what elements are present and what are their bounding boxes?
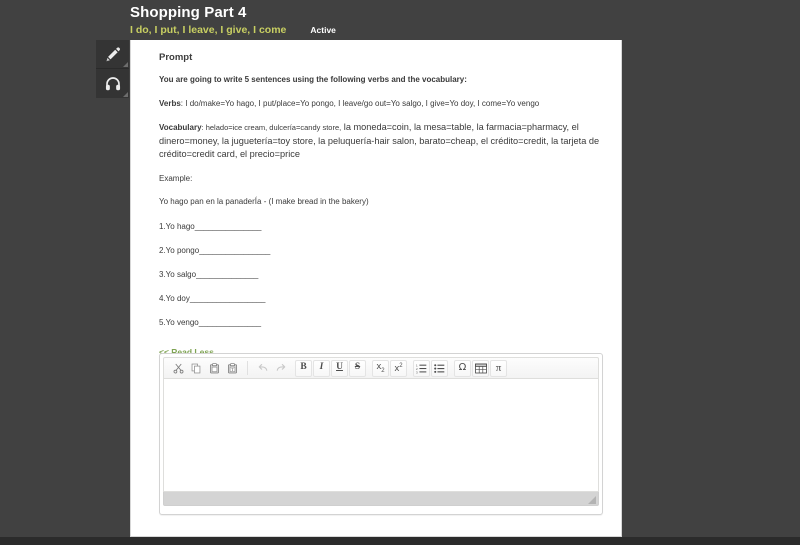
resize-grip-handle[interactable]: [588, 496, 596, 504]
math-button[interactable]: π: [490, 359, 507, 377]
verbs-label: Verbs: [159, 99, 181, 108]
page-footer-strip: [0, 537, 800, 545]
answer-line-4: 4.Yo doy_________________: [159, 293, 266, 303]
page-subtitle: I do, I put, I leave, I give, I come: [130, 24, 287, 36]
table-icon: [474, 363, 487, 374]
editor-body[interactable]: [163, 379, 599, 492]
status-badge: Active: [310, 25, 336, 35]
tool-rail: [96, 40, 129, 98]
toolbar-group-basic-styles: B I U S: [292, 359, 369, 377]
numbered-list-button[interactable]: 1 2 3: [413, 359, 430, 377]
verbs-text: : I do/make=Yo hago, I put/place=Yo pong…: [180, 99, 540, 108]
copy-button[interactable]: [188, 360, 205, 377]
rich-text-editor: T B I U S x2 x2 1 2 3 Ω π: [159, 353, 603, 515]
paste-icon: [209, 362, 220, 374]
undo-button[interactable]: [254, 360, 271, 377]
toolbar-separator-1: [247, 361, 248, 375]
page-subheader: I do, I put, I leave, I give, I come Act…: [130, 24, 630, 37]
paste-text-icon: T: [227, 362, 238, 374]
omega-icon: Ω: [458, 362, 467, 373]
editor-footer-bar: [163, 492, 599, 506]
strikethrough-icon: S: [354, 362, 361, 373]
numbered-list-icon: 1 2 3: [416, 363, 427, 374]
bulleted-list-button[interactable]: [431, 359, 448, 377]
scissors-icon: [173, 363, 184, 374]
pencil-icon: [103, 45, 122, 64]
vocabulary-text-small: : helado=ice cream, dulcería=candy store…: [201, 123, 342, 132]
italic-button[interactable]: I: [313, 359, 330, 377]
svg-text:3: 3: [416, 370, 418, 374]
undo-arrow-icon: [257, 362, 269, 374]
cut-button[interactable]: [170, 360, 187, 377]
subscript-icon: x2: [376, 361, 385, 374]
superscript-button[interactable]: x2: [390, 359, 407, 377]
prompt-heading: Prompt: [159, 52, 193, 63]
special-character-button[interactable]: Ω: [454, 359, 471, 377]
answer-line-5: 5.Yo vengo______________: [159, 317, 262, 327]
toolbar-group-script: x2 x2: [369, 359, 410, 377]
prompt-intro: You are going to write 5 sentences using…: [159, 75, 467, 84]
pencil-tool-corner-indicator: [123, 62, 128, 67]
headphones-icon: [104, 75, 122, 93]
redo-button[interactable]: [272, 360, 289, 377]
copy-icon: [191, 363, 202, 374]
audio-tool-button[interactable]: [96, 69, 129, 98]
toolbar-group-lists: 1 2 3: [410, 359, 451, 377]
paste-button[interactable]: [206, 360, 223, 377]
subscript-button[interactable]: x2: [372, 359, 389, 377]
pi-icon: π: [495, 361, 502, 374]
bold-icon: B: [300, 362, 307, 373]
strikethrough-button[interactable]: S: [349, 359, 366, 377]
answer-line-3: 3.Yo salgo______________: [159, 269, 259, 279]
vocabulary-label: Vocabulary: [159, 123, 202, 132]
toolbar-group-insert: Ω π: [451, 359, 510, 377]
app-root: Shopping Part 4 I do, I put, I leave, I …: [0, 0, 800, 545]
underline-icon: U: [336, 362, 343, 373]
page-header: Shopping Part 4 I do, I put, I leave, I …: [130, 4, 630, 37]
paste-as-text-button[interactable]: T: [224, 360, 241, 377]
verbs-line: Verbs: I do/make=Yo hago, I put/place=Yo…: [159, 97, 605, 110]
audio-tool-corner-indicator: [123, 92, 128, 97]
superscript-icon: x2: [394, 362, 403, 374]
toolbar-group-clipboard: T: [167, 360, 244, 377]
vocabulary-line: Vocabulary: helado=ice cream, dulcería=c…: [159, 121, 605, 162]
bold-button[interactable]: B: [295, 359, 312, 377]
toolbar-group-history: [251, 360, 292, 377]
page-title: Shopping Part 4: [130, 4, 247, 21]
answer-line-1: 1.Yo hago_______________: [159, 221, 262, 231]
italic-icon: I: [319, 362, 324, 373]
redo-arrow-icon: [275, 362, 287, 374]
example-text: Yo hago pan en la panaderÍa - (I make br…: [159, 196, 369, 206]
answer-line-2: 2.Yo pongo________________: [159, 245, 271, 255]
pencil-tool-button[interactable]: [96, 40, 129, 69]
prompt-container: Prompt You are going to write 5 sentence…: [131, 40, 621, 360]
table-button[interactable]: [472, 359, 489, 377]
bulleted-list-icon: [434, 363, 445, 374]
editor-toolbar: T B I U S x2 x2 1 2 3 Ω π: [163, 357, 599, 379]
example-label: Example:: [159, 173, 193, 183]
underline-button[interactable]: U: [331, 359, 348, 377]
